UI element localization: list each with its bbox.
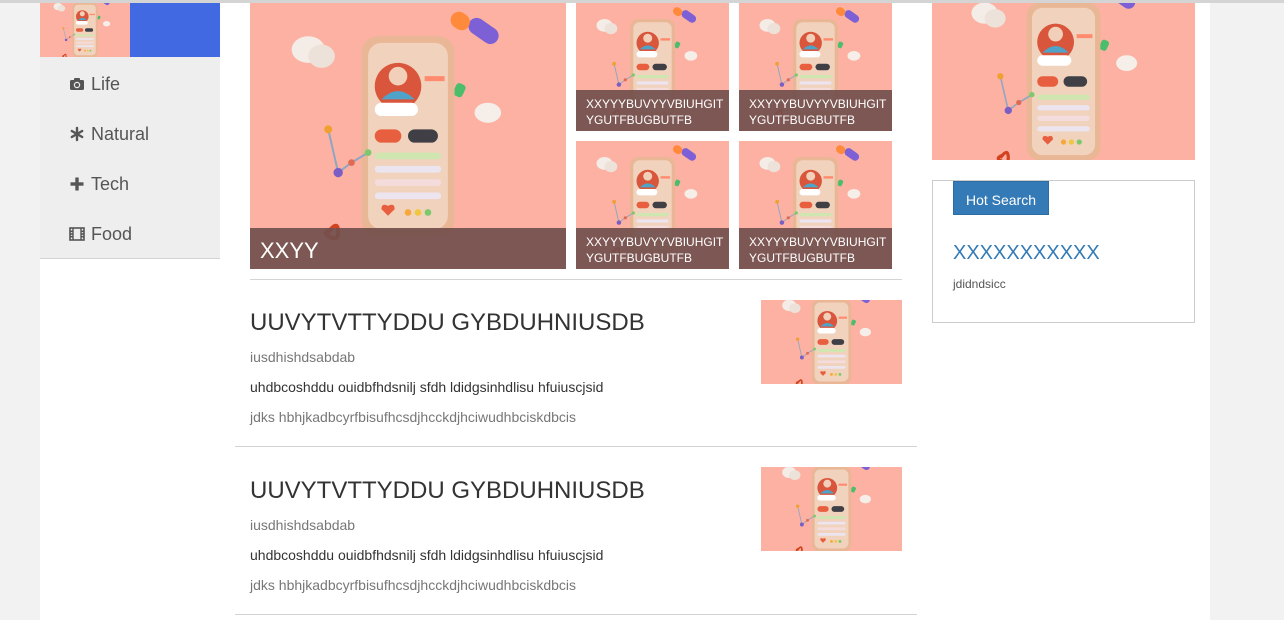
tile-caption: XXYYYBUVYYVBIUHGITYGUTFBUGBUTFB xyxy=(739,228,892,269)
featured-caption: XXYY xyxy=(250,228,566,269)
hot-search-description: jdidndsicc xyxy=(953,277,1006,291)
category-list: Life Natural Tech Food xyxy=(40,59,220,259)
banner-tile[interactable]: XXYYYBUVYYVBIUHGITYGUTFBUGBUTFB xyxy=(576,141,729,269)
sidebar-thumbnail[interactable] xyxy=(40,3,130,57)
article-title[interactable]: UUVYTVTTYDDU GYBDUHNIUSDB xyxy=(250,309,645,337)
article-meta: jdks hbhjkadbcyrfbisufhcsdjhcckdjhciwudh… xyxy=(250,577,577,593)
sidebar-item-food[interactable]: Food xyxy=(40,209,220,259)
sidebar-item-label: Tech xyxy=(91,173,130,194)
film-icon xyxy=(69,226,85,242)
tile-caption: XXYYYBUVYYVBIUHGITYGUTFBUGBUTFB xyxy=(576,228,729,269)
article-thumbnail[interactable] xyxy=(761,467,902,551)
article-title[interactable]: UUVYTVTTYDDU GYBDUHNIUSDB xyxy=(250,477,645,505)
article-meta: jdks hbhjkadbcyrfbisufhcsdjhcckdjhciwudh… xyxy=(250,409,577,425)
sidebar-item-label: Life xyxy=(91,73,121,94)
hot-search-panel: Hot Search XXXXXXXXXXX jdidndsicc xyxy=(932,180,1195,323)
asterisk-icon xyxy=(69,126,85,142)
article-divider xyxy=(235,446,917,447)
article-divider xyxy=(235,614,917,615)
article-item: UUVYTVTTYDDU GYBDUHNIUSDB iusdhishdsabda… xyxy=(250,309,750,429)
plus-icon xyxy=(69,176,85,192)
banner-tile[interactable]: XXYYYBUVYYVBIUHGITYGUTFBUGBUTFB xyxy=(739,3,892,131)
sidebar-item-tech[interactable]: Tech xyxy=(40,159,220,209)
article-item: UUVYTVTTYDDU GYBDUHNIUSDB iusdhishdsabda… xyxy=(250,477,750,597)
hot-search-link[interactable]: XXXXXXXXXXX xyxy=(953,242,1100,265)
sidebar-header xyxy=(40,3,220,57)
article-subtitle: iusdhishdsabdab xyxy=(250,517,356,533)
tile-caption: XXYYYBUVYYVBIUHGITYGUTFBUGBUTFB xyxy=(739,90,892,131)
article-description: uhdbcoshddu ouidbfhdsnilj sfdh ldidgsinh… xyxy=(250,547,604,563)
banner-tile[interactable]: XXYYYBUVYYVBIUHGITYGUTFBUGBUTFB xyxy=(576,3,729,131)
sidebar-item-label: Food xyxy=(91,223,133,244)
article-description: uhdbcoshddu ouidbfhdsnilj sfdh ldidgsinh… xyxy=(250,379,604,395)
article-subtitle: iusdhishdsabdab xyxy=(250,349,356,365)
side-banner[interactable] xyxy=(932,3,1195,160)
article-thumbnail[interactable] xyxy=(761,300,902,384)
banner-tile[interactable]: XXYYYBUVYYVBIUHGITYGUTFBUGBUTFB xyxy=(739,141,892,269)
tile-caption: XXYYYBUVYYVBIUHGITYGUTFBUGBUTFB xyxy=(576,90,729,131)
category-sidebar: Life Natural Tech Food xyxy=(40,3,220,259)
banner-divider xyxy=(250,279,902,280)
sidebar-item-label: Natural xyxy=(91,123,150,144)
sidebar-item-life[interactable]: Life xyxy=(40,59,220,109)
camera-icon xyxy=(69,76,85,92)
sidebar-item-natural[interactable]: Natural xyxy=(40,109,220,159)
featured-banner[interactable]: XXYY xyxy=(250,3,566,269)
hot-search-button[interactable]: Hot Search xyxy=(953,181,1049,215)
page-container: Life Natural Tech Food XXYY XXYYYBUVYYVB… xyxy=(40,3,1210,620)
